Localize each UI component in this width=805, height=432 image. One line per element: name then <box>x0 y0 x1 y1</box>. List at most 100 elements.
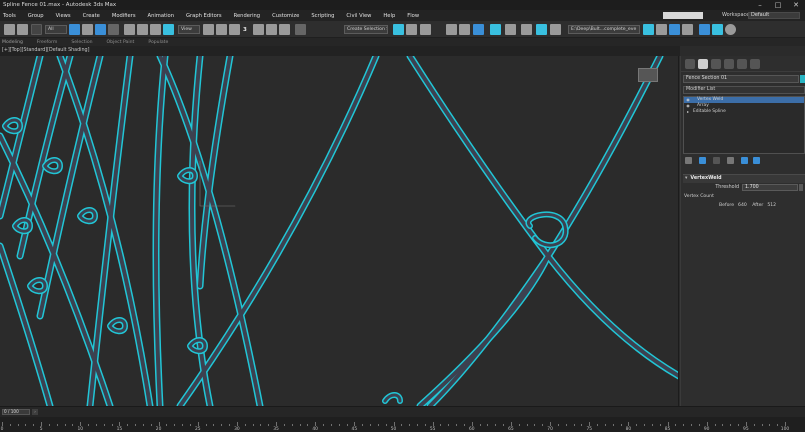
create-tab-icon[interactable] <box>685 59 695 69</box>
menu-tools[interactable]: Tools <box>3 13 16 19</box>
minimize-button[interactable]: – <box>751 1 769 9</box>
motion-tab-icon[interactable] <box>724 59 734 69</box>
ribbon-tab-freeform[interactable]: Freeform <box>37 40 57 45</box>
track-bar[interactable]: 0 5 10 15 20 25 30 35 40 45 50 55 60 65 70 75 80 85 90 95 10… <box>0 417 805 432</box>
select-by-name-icon[interactable] <box>82 24 93 35</box>
object-name-field[interactable]: Fence Section 01 <box>683 75 799 83</box>
hierarchy-tab-icon[interactable] <box>711 59 721 69</box>
time-slider[interactable]: 0 / 100 <box>2 409 30 415</box>
threshold-spinner[interactable] <box>799 184 803 191</box>
modifier-list-dropdown[interactable]: Modifier List <box>683 86 805 94</box>
select-move-icon[interactable] <box>124 24 135 35</box>
threshold-input[interactable]: 1.700 <box>742 184 798 191</box>
menu-views[interactable]: Views <box>56 13 71 19</box>
edit-named-selection-icon[interactable] <box>295 24 306 35</box>
window-crossing-icon[interactable] <box>108 24 119 35</box>
make-unique-icon[interactable] <box>713 157 720 164</box>
menu-civil-view[interactable]: Civil View <box>346 13 371 19</box>
project-settings-icon[interactable] <box>656 24 667 35</box>
expand-icon[interactable]: ▸ <box>685 109 691 115</box>
workspaces-dropdown[interactable]: Default <box>748 11 800 19</box>
unlink-icon[interactable] <box>17 24 28 35</box>
ribbon-tab-modeling[interactable]: Modeling <box>2 40 23 45</box>
vertexweld-rollout[interactable]: ▾ VertexWeld <box>683 174 805 183</box>
menu-animation[interactable]: Animation <box>148 13 174 19</box>
menu-flow[interactable]: Flow <box>407 13 419 19</box>
menu-modifiers[interactable]: Modifiers <box>112 13 136 19</box>
percent-snap-icon[interactable] <box>266 24 277 35</box>
menu-graph-editors[interactable]: Graph Editors <box>186 13 222 19</box>
angle-snap-icon[interactable] <box>253 24 264 35</box>
menu-help[interactable]: Help <box>383 13 395 19</box>
link-icon[interactable] <box>4 24 15 35</box>
search-field[interactable] <box>663 12 703 19</box>
use-pivot-center-icon[interactable] <box>203 24 214 35</box>
rendered-frame-window-icon[interactable] <box>536 24 547 35</box>
timeline-tick <box>393 422 395 426</box>
schematic-view-icon[interactable] <box>490 24 501 35</box>
modify-tab-icon[interactable] <box>698 59 708 69</box>
ribbon-tab-selection[interactable]: Selection <box>71 40 92 45</box>
menu-rendering[interactable]: Rendering <box>234 13 261 19</box>
material-editor-icon[interactable] <box>505 24 516 35</box>
viewport[interactable] <box>0 56 679 406</box>
menu-create[interactable]: Create <box>83 13 100 19</box>
arnold-icon[interactable] <box>682 24 693 35</box>
render-setup-icon[interactable] <box>521 24 532 35</box>
display-tab-icon[interactable] <box>737 59 747 69</box>
mirror-icon[interactable] <box>393 24 404 35</box>
civil-view-icon[interactable] <box>725 24 736 35</box>
maximize-button[interactable]: □ <box>769 1 787 9</box>
show-end-result-icon[interactable] <box>699 157 706 164</box>
viewcube-icon[interactable] <box>638 68 658 82</box>
select-rotate-icon[interactable] <box>137 24 148 35</box>
timeline-label: 25 <box>194 427 201 432</box>
utilities-tab-icon[interactable] <box>750 59 760 69</box>
open-explorer-icon[interactable] <box>643 24 654 35</box>
select-scale-icon[interactable] <box>150 24 161 35</box>
reference-coordinate-dropdown[interactable]: View <box>178 25 200 34</box>
named-selection-set-dropdown[interactable]: Create Selection Se <box>344 25 388 34</box>
project-folder-dropdown[interactable]: E:\Deep\Bult...complete_eve <box>568 25 640 34</box>
stack-item-editable-spline[interactable]: ▸ Editable Spline <box>684 109 804 115</box>
select-manipulate-icon[interactable] <box>216 24 227 35</box>
configure-modifier-sets-icon[interactable] <box>753 157 760 164</box>
collapse-icon[interactable]: ▾ <box>685 176 687 181</box>
next-frame-icon[interactable]: › <box>32 409 38 415</box>
snaps-toggle-icon[interactable]: 3 <box>243 27 247 33</box>
menu-group[interactable]: Group <box>28 13 44 19</box>
keyboard-shortcut-override-icon[interactable] <box>229 24 240 35</box>
rectangular-selection-icon[interactable] <box>95 24 106 35</box>
timeline-tick <box>88 424 90 426</box>
pin-stack-icon[interactable] <box>685 157 692 164</box>
selection-filter-dropdown[interactable]: All <box>45 25 67 34</box>
viewport-label[interactable]: [+][Top][Standard][Default Shading] <box>2 48 89 53</box>
render-frame-icon[interactable] <box>699 24 710 35</box>
object-color-swatch[interactable] <box>800 75 805 83</box>
select-place-icon[interactable] <box>163 24 174 35</box>
timeline-tick <box>785 422 786 426</box>
curve-editor-icon[interactable] <box>473 24 484 35</box>
bind-space-warp-icon[interactable] <box>31 24 42 35</box>
menu-scripting[interactable]: Scripting <box>311 13 334 19</box>
timeline-tick <box>597 424 599 426</box>
configure-sets-icon[interactable] <box>741 157 748 164</box>
render-production-icon[interactable] <box>550 24 561 35</box>
close-button[interactable]: ✕ <box>787 1 805 9</box>
toggle-layer-explorer-icon[interactable] <box>446 24 457 35</box>
modifier-stack: ◉ Vertex Weld ◉ Array ▸ Editable Spline <box>683 96 805 154</box>
menu-customize[interactable]: Customize <box>272 13 299 19</box>
fence-wire-mesh <box>0 56 678 406</box>
remove-modifier-icon[interactable] <box>727 157 734 164</box>
spinner-snap-icon[interactable] <box>279 24 290 35</box>
viewport-layout-icon[interactable] <box>669 24 680 35</box>
toggle-scene-explorer-icon[interactable] <box>420 24 431 35</box>
command-panel-tabs <box>681 56 805 72</box>
activeshade-icon[interactable] <box>712 24 723 35</box>
select-object-icon[interactable] <box>69 24 80 35</box>
ribbon-tab-populate[interactable]: Populate <box>148 40 168 45</box>
toggle-ribbon-icon[interactable] <box>459 24 470 35</box>
timeline-tick <box>612 424 614 426</box>
ribbon-tab-object-paint[interactable]: Object Paint <box>107 40 135 45</box>
align-icon[interactable] <box>406 24 417 35</box>
